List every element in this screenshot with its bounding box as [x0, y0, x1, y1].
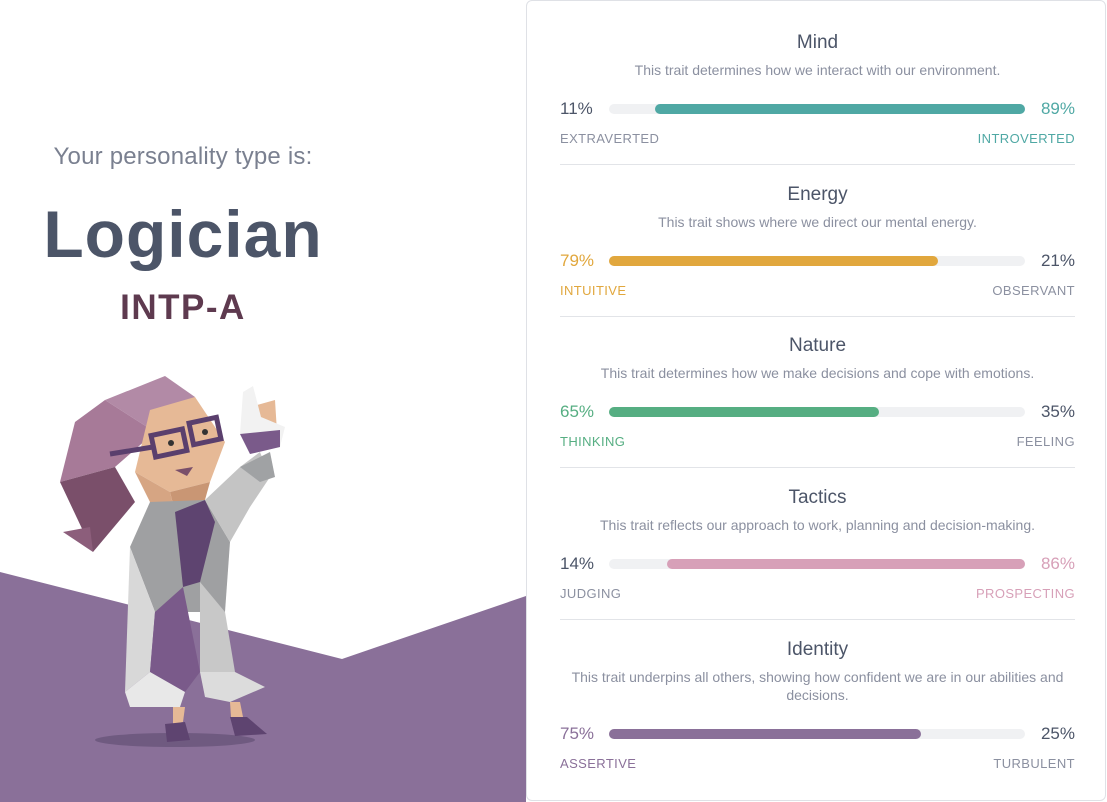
- trait-description: This trait determines how we make decisi…: [600, 365, 1035, 381]
- trait-right-percent: 89%: [1040, 99, 1075, 118]
- logician-character-illustration: [60, 376, 285, 747]
- trait-left-label: JUDGING: [560, 586, 622, 601]
- trait-divider: [560, 619, 1075, 620]
- trait-left-label: INTUITIVE: [560, 283, 627, 298]
- trait-description: This trait underpins all others, showing…: [571, 669, 1064, 703]
- trait-right-percent: 86%: [1040, 554, 1075, 573]
- trait-divider: [560, 164, 1075, 165]
- hero-panel: Your personality type is: Logician INTP-…: [0, 0, 526, 802]
- trait-progress-fill: [654, 104, 1025, 114]
- trait-title: Nature: [788, 335, 847, 356]
- personality-intro-text: Your personality type is:: [53, 143, 313, 170]
- trait-right-label: INTROVERTED: [977, 131, 1075, 146]
- trait-right-percent: 25%: [1040, 724, 1075, 743]
- trait-left-label: EXTRAVERTED: [560, 131, 660, 146]
- trait-progress-fill: [667, 559, 1025, 569]
- trait-progress-bar: [609, 256, 1025, 266]
- trait-left-label: ASSERTIVE: [560, 756, 637, 771]
- trait-left-percent: 65%: [560, 402, 595, 421]
- trait-description: This trait determines how we interact wi…: [634, 62, 1001, 78]
- trait-progress-bar: [609, 729, 1025, 739]
- personality-type-name: Logician: [43, 197, 323, 271]
- trait-title: Energy: [787, 184, 848, 205]
- traits-card: Mind This trait determines how we intera…: [526, 0, 1106, 801]
- trait-divider: [560, 467, 1075, 468]
- trait-right-percent: 21%: [1040, 251, 1075, 270]
- trait-title: Tactics: [788, 487, 847, 508]
- trait-right-label: TURBULENT: [993, 756, 1075, 771]
- trait-progress-fill: [609, 729, 921, 739]
- trait-left-percent: 75%: [560, 724, 595, 743]
- personality-type-code: INTP-A: [120, 288, 246, 327]
- trait-description: This trait shows where we direct our men…: [658, 214, 977, 230]
- trait-progress-fill: [609, 256, 938, 266]
- trait-divider: [560, 316, 1075, 317]
- trait-title: Mind: [796, 32, 839, 53]
- trait-left-percent: 14%: [560, 554, 595, 573]
- trait-progress-bar: [609, 104, 1025, 114]
- trait-progress-bar: [609, 559, 1025, 569]
- trait-right-percent: 35%: [1040, 402, 1075, 421]
- trait-right-label: FEELING: [1016, 434, 1075, 449]
- trait-right-label: OBSERVANT: [992, 283, 1075, 298]
- trait-description: This trait reflects our approach to work…: [600, 517, 1035, 533]
- trait-left-percent: 79%: [560, 251, 595, 270]
- trait-progress-bar: [609, 407, 1025, 417]
- trait-left-label: THINKING: [560, 434, 626, 449]
- trait-progress-fill: [609, 407, 880, 417]
- trait-title: Identity: [786, 639, 849, 660]
- trait-left-percent: 11%: [560, 99, 593, 118]
- trait-right-label: PROSPECTING: [975, 586, 1075, 601]
